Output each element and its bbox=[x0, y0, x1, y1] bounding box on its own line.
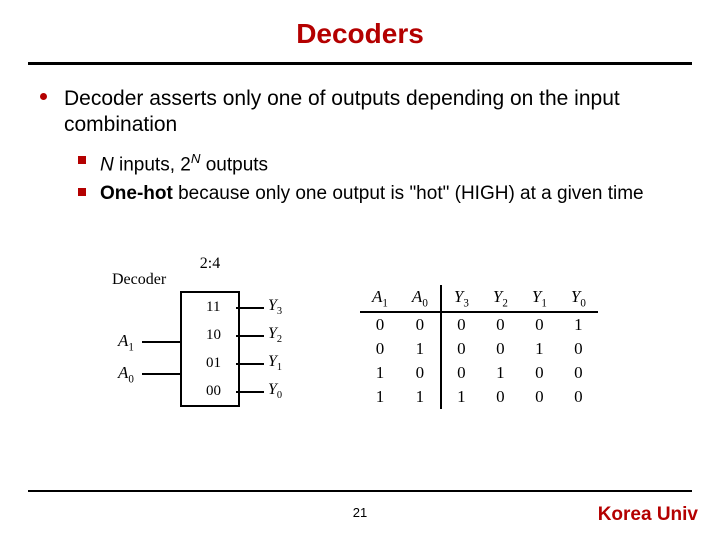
sub1-mid: inputs, 2 bbox=[114, 154, 191, 175]
decoder-name: Decoder bbox=[112, 271, 166, 289]
output-y0: Y0 bbox=[268, 381, 282, 401]
sub-bullet-1: N inputs, 2N outputs bbox=[78, 150, 680, 178]
main-bullet: Decoder asserts only one of outputs depe… bbox=[40, 86, 690, 139]
th-y2: Y2 bbox=[481, 285, 520, 312]
wire-y3 bbox=[236, 307, 264, 309]
sub-bullet-list: N inputs, 2N outputs One-hot because onl… bbox=[78, 150, 680, 211]
wire-a0 bbox=[142, 373, 180, 375]
th-a0: A0 bbox=[400, 285, 441, 312]
sub1-n: N bbox=[100, 154, 114, 175]
dec-row-10: 10 bbox=[206, 327, 221, 344]
sub1-sup: N bbox=[191, 151, 201, 166]
truth-table: A1 A0 Y3 Y2 Y1 Y0 00 0001 01 0 bbox=[360, 285, 598, 409]
th-y3: Y3 bbox=[441, 285, 481, 312]
rule-top bbox=[28, 62, 692, 65]
sub2-bold: One-hot bbox=[100, 183, 173, 204]
output-y1: Y1 bbox=[268, 353, 282, 373]
dec-row-00: 00 bbox=[206, 383, 221, 400]
table-row: 11 1000 bbox=[360, 385, 598, 409]
output-y2: Y2 bbox=[268, 325, 282, 345]
output-y3: Y3 bbox=[268, 297, 282, 317]
decoder-ratio: 2:4 bbox=[180, 255, 240, 273]
input-a1: A1 bbox=[118, 331, 134, 353]
sub-bullet-2: One-hot because only one output is "hot"… bbox=[78, 182, 680, 207]
square-bullet-icon bbox=[78, 156, 86, 164]
th-y1: Y1 bbox=[520, 285, 559, 312]
decoder-figure: 2:4 Decoder A1 A0 11 10 01 00 Y3 Y2 Y1 Y… bbox=[90, 255, 630, 455]
wire-y1 bbox=[236, 363, 264, 365]
truth-body: 00 0001 01 0010 10 0100 11 1000 bbox=[360, 312, 598, 409]
table-row: 10 0100 bbox=[360, 361, 598, 385]
bullet-dot-icon bbox=[40, 93, 47, 100]
wire-y0 bbox=[236, 391, 264, 393]
dec-row-01: 01 bbox=[206, 355, 221, 372]
wire-a1 bbox=[142, 341, 180, 343]
footer-brand: Korea Univ bbox=[598, 504, 698, 526]
dec-row-11: 11 bbox=[206, 299, 220, 316]
sub2-rest: because only one output is "hot" (HIGH) … bbox=[173, 183, 644, 204]
table-row: 01 0010 bbox=[360, 337, 598, 361]
table-row: 00 0001 bbox=[360, 312, 598, 337]
square-bullet-icon bbox=[78, 188, 86, 196]
input-a0: A0 bbox=[118, 363, 134, 385]
th-a1: A1 bbox=[360, 285, 400, 312]
sub1-post: outputs bbox=[200, 154, 268, 175]
th-y0: Y0 bbox=[559, 285, 598, 312]
main-bullet-text: Decoder asserts only one of outputs depe… bbox=[64, 86, 690, 139]
wire-y2 bbox=[236, 335, 264, 337]
slide-title: Decoders bbox=[0, 0, 720, 50]
rule-bottom bbox=[28, 490, 692, 492]
